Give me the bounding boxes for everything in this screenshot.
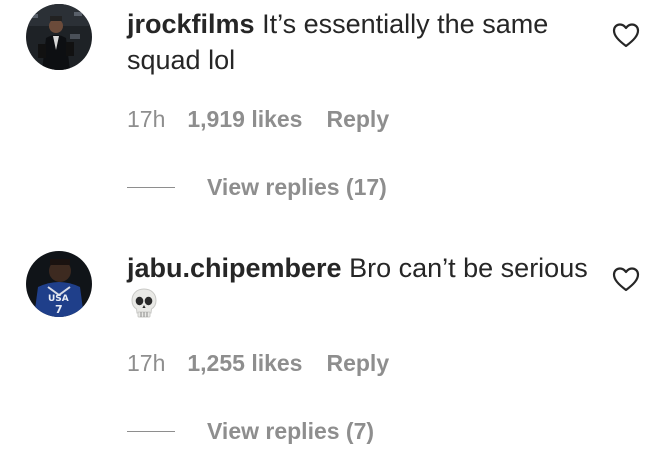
user-photo-avatar-icon (26, 4, 92, 70)
comment-likes[interactable]: 1,919 likes (187, 105, 302, 133)
avatar[interactable]: USA 7 (26, 251, 92, 317)
avatar[interactable] (26, 4, 92, 70)
skull-emoji-icon (129, 287, 159, 328)
view-replies-label: View replies (17) (207, 174, 387, 200)
avatar-jersey-number: 7 (55, 303, 63, 316)
divider-line (127, 186, 175, 188)
divider-line (127, 430, 175, 432)
reply-button[interactable]: Reply (326, 349, 389, 377)
reply-button[interactable]: Reply (326, 105, 389, 133)
comment-text-block: jabu.chipembere Bro can’t be serious (127, 250, 597, 328)
view-replies-button[interactable]: View replies (7) (127, 417, 374, 445)
comment-meta: 17h 1,919 likes Reply (127, 105, 389, 133)
comment-meta: 17h 1,255 likes Reply (127, 349, 389, 377)
comment-username[interactable]: jrockfilms (127, 9, 255, 39)
comment-text-block: jrockfilms It’s essentially the same squ… (127, 6, 597, 78)
heart-outline-icon[interactable] (612, 22, 640, 48)
heart-outline-icon[interactable] (612, 266, 640, 292)
user-photo-avatar-icon: USA 7 (26, 251, 92, 317)
comment-username[interactable]: jabu.chipembere (127, 253, 342, 283)
view-replies-label: View replies (7) (207, 418, 375, 444)
view-replies-button[interactable]: View replies (17) (127, 173, 387, 201)
comment-time: 17h (127, 350, 166, 376)
comment-time: 17h (127, 106, 166, 132)
comment-text: Bro can’t be serious (349, 253, 588, 283)
comment-likes[interactable]: 1,255 likes (187, 349, 302, 377)
